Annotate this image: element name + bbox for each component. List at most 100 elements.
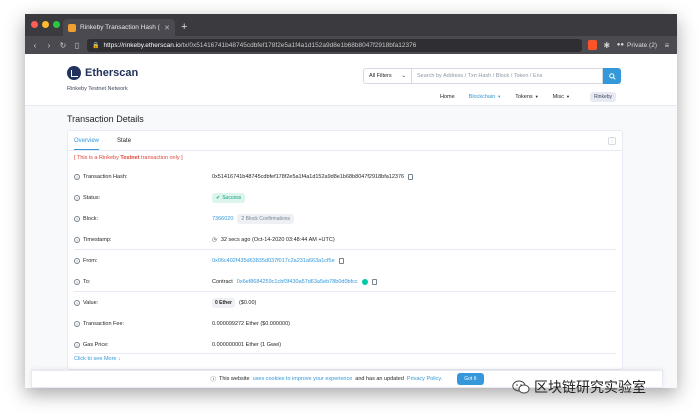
- help-icon[interactable]: ?: [74, 279, 80, 285]
- chevron-down-icon: ▼: [534, 94, 539, 99]
- row-label: Value:: [83, 300, 99, 306]
- wechat-icon: [512, 380, 530, 394]
- block-link[interactable]: 7366020: [212, 216, 233, 222]
- row-label: From:: [83, 258, 98, 264]
- copy-icon[interactable]: [371, 279, 377, 285]
- bookmark-icon[interactable]: ▯: [73, 41, 81, 50]
- search-placeholder: Search by Address / Txn Hash / Block / T…: [417, 73, 543, 79]
- search-button[interactable]: [603, 68, 621, 84]
- nav-home[interactable]: Home: [440, 94, 455, 100]
- search-bar: All Filters ⌄ Search by Address / Txn Ha…: [363, 68, 621, 84]
- row-label: Transaction Hash:: [83, 174, 128, 180]
- url-field[interactable]: 🔒 https://rinkeby.etherscan.io/tx/0x5141…: [87, 38, 582, 52]
- row-to: ? To: Contract 0x6ef8684259c1cbf3f430a57d6…: [74, 276, 616, 288]
- wechat-watermark: 区块链研究实验室: [512, 377, 646, 397]
- to-contract-link[interactable]: 0x6ef8684259c1cbf3f430a57d63a5eb78b0d0bf…: [237, 279, 358, 285]
- chevron-down-icon: ▼: [497, 94, 502, 99]
- search-input[interactable]: Search by Address / Txn Hash / Block / T…: [411, 68, 603, 84]
- tab-bar: Rinkeby Transaction Hash (Txh... ✕ +: [25, 14, 677, 36]
- tab-overview[interactable]: Overview: [74, 132, 100, 150]
- search-icon: [608, 72, 616, 80]
- row-label: Block:: [83, 216, 98, 222]
- close-tab-icon[interactable]: ✕: [164, 24, 170, 32]
- address-bar: ‹ › ↻ ▯ 🔒 https://rinkeby.etherscan.io/t…: [25, 36, 677, 54]
- nav-blockchain[interactable]: Blockchain ▼: [469, 94, 502, 100]
- row-label: To:: [83, 279, 91, 285]
- brave-shield-icon[interactable]: [587, 40, 597, 50]
- forward-icon[interactable]: ›: [45, 41, 53, 50]
- private-window-indicator[interactable]: ●● Private (2): [617, 42, 657, 49]
- lock-icon: 🔒: [92, 42, 100, 49]
- help-icon[interactable]: ?: [74, 342, 80, 348]
- logo-text: Etherscan: [85, 67, 139, 79]
- network-chip[interactable]: Rinkeby: [589, 92, 617, 102]
- chevron-down-icon: ⌄: [401, 73, 406, 79]
- info-icon: ⓘ: [210, 377, 217, 383]
- etherscan-logo[interactable]: Etherscan: [67, 66, 138, 80]
- clock-icon: ◷: [212, 237, 217, 243]
- browser-menu-icon[interactable]: ≡: [663, 41, 671, 50]
- chevron-down-icon: ▼: [565, 94, 570, 99]
- row-timestamp: ? Timestamp: ◷ 32 secs ago (Oct-14-2020 03…: [74, 234, 616, 246]
- help-icon[interactable]: ?: [74, 258, 80, 264]
- new-tab-button[interactable]: +: [181, 21, 187, 33]
- row-gas-price: ? Gas Price: 0.000000001 Ether (1 Gwei): [74, 339, 616, 351]
- maximize-window-button[interactable]: [53, 21, 60, 28]
- detail-tabs: Overview State ⋮: [68, 131, 622, 151]
- network-label: Rinkeby Testnet Network: [67, 86, 128, 92]
- help-icon[interactable]: ?: [74, 195, 80, 201]
- tab-title: Rinkeby Transaction Hash (Txh...: [80, 24, 160, 31]
- filter-select[interactable]: All Filters ⌄: [363, 68, 411, 84]
- nav-tokens[interactable]: Tokens ▼: [515, 94, 538, 100]
- gas-price-value: 0.000000001 Ether (1 Gwei): [212, 342, 282, 348]
- cookies-link[interactable]: uses cookies to improve your experience: [253, 376, 353, 382]
- back-icon[interactable]: ‹: [31, 41, 39, 50]
- check-circle-icon: ✔: [216, 195, 221, 201]
- value-usd: ($0.00): [238, 300, 257, 306]
- status-badge: ✔ Success: [212, 193, 246, 203]
- testnet-notice: [ This is a Rinkeby Testnet transaction …: [74, 155, 183, 161]
- reload-icon[interactable]: ↻: [59, 41, 67, 50]
- transaction-card: Overview State ⋮ [ This is a Rinkeby Tes…: [67, 130, 623, 370]
- transaction-hash-value: 0x51416741b48745cdbfef178f2e5a1f4a1d152a…: [212, 174, 405, 180]
- help-icon[interactable]: ?: [74, 174, 80, 180]
- help-icon[interactable]: ?: [74, 237, 80, 243]
- divider: [74, 249, 616, 250]
- private-glasses-icon: ●●: [616, 42, 625, 48]
- etherscan-logo-icon: [67, 66, 81, 80]
- filter-label: All Filters: [369, 73, 392, 79]
- site-header: Etherscan Rinkeby Testnet Network All Fi…: [25, 54, 677, 106]
- transaction-fee-value: 0.000099272 Ether ($0.000000): [212, 321, 290, 327]
- private-label: Private (2): [627, 41, 657, 49]
- verified-check-icon: [361, 279, 368, 285]
- row-status: ? Status: ✔ Success: [74, 192, 616, 204]
- extensions-icon[interactable]: ✱: [603, 41, 611, 50]
- favicon-icon: [68, 23, 76, 32]
- row-label: Transaction Fee:: [83, 321, 125, 327]
- copy-icon[interactable]: [408, 174, 414, 180]
- help-icon[interactable]: ?: [74, 300, 80, 306]
- minimize-window-button[interactable]: [42, 21, 49, 28]
- timestamp-value: 32 secs ago (Oct-14-2020 03:48:44 AM +UT…: [220, 237, 335, 243]
- got-it-button[interactable]: Got It: [457, 373, 484, 385]
- nav-misc[interactable]: Misc ▼: [553, 94, 570, 100]
- row-transaction-hash: ? Transaction Hash: 0x51416741b48745cdbfe…: [74, 171, 616, 183]
- url-path: /tx/0x51416741b48745cdbfef178f2e5a1f4a1d…: [180, 41, 417, 49]
- divider: [74, 291, 616, 292]
- more-options-icon[interactable]: ⋮: [608, 137, 616, 145]
- value-amount: 0 Ether: [212, 298, 235, 308]
- help-icon[interactable]: ?: [74, 216, 80, 222]
- from-address-link[interactable]: 0x06c402f435d63835d037f017c2a231a663a1cf…: [212, 258, 335, 264]
- browser-tab[interactable]: Rinkeby Transaction Hash (Txh... ✕: [63, 19, 175, 36]
- help-icon[interactable]: ?: [74, 321, 80, 327]
- row-transaction-fee: ? Transaction Fee: 0.000099272 Ether ($0.…: [74, 318, 616, 330]
- see-more-link[interactable]: Click to see More ↓: [74, 356, 121, 362]
- window-controls: [31, 21, 60, 28]
- privacy-policy-link[interactable]: Privacy Policy.: [407, 376, 442, 382]
- close-window-button[interactable]: [31, 21, 38, 28]
- page-title: Transaction Details: [67, 114, 144, 124]
- copy-icon[interactable]: [338, 258, 344, 264]
- main-nav: Home Blockchain ▼ Tokens ▼ Misc ▼ Rinkeby: [440, 92, 617, 102]
- tab-state[interactable]: State: [117, 138, 131, 144]
- confirmations-badge: 2 Block Confirmations: [237, 214, 295, 224]
